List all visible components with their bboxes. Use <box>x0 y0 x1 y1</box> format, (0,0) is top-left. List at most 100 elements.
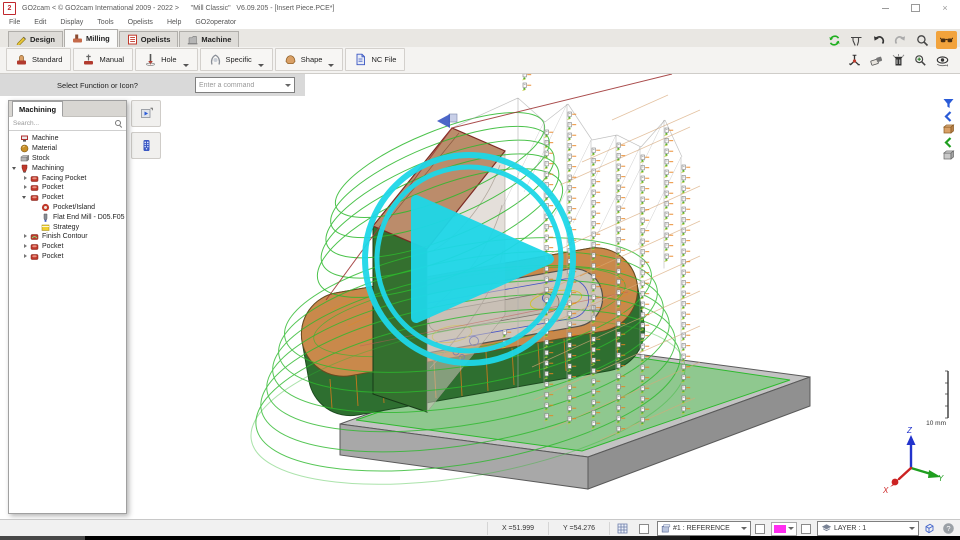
menu-item-help[interactable]: Help <box>160 19 188 26</box>
tree-item-pocket[interactable]: Pocket <box>9 242 126 252</box>
tree-expand-icon[interactable] <box>11 164 20 173</box>
layer-checkbox[interactable] <box>801 524 811 534</box>
t-material-icon <box>20 144 29 153</box>
glasses-button[interactable] <box>936 31 957 49</box>
view-cube-button[interactable] <box>923 522 936 535</box>
tree-expand-icon[interactable] <box>21 174 30 183</box>
eye-rotate-button[interactable] <box>934 52 951 69</box>
menu-bar: FileEditDisplayToolsOpelistsHelpGO2opera… <box>0 16 960 29</box>
chevron-down-icon <box>328 64 334 67</box>
remote-control-button[interactable] <box>131 132 161 159</box>
grid-toggle-button[interactable] <box>609 522 635 535</box>
ribbon-tabs: DesignMillingOpelistsMachine <box>0 29 960 47</box>
btn-shape-icon <box>284 53 297 66</box>
zoom-fit-button[interactable] <box>912 52 929 69</box>
tree-item-label: Machine <box>32 135 58 142</box>
tab-opelists[interactable]: Opelists <box>119 31 179 47</box>
close-button[interactable]: × <box>930 0 960 16</box>
color-picker-button[interactable] <box>771 522 797 536</box>
color-checkbox[interactable] <box>755 524 765 534</box>
t-op-pocket-icon <box>30 183 39 192</box>
reference-select[interactable]: #1 : REFERENCE <box>657 521 751 536</box>
menu-item-tools[interactable]: Tools <box>90 19 120 26</box>
tree-item-stock[interactable]: Stock <box>9 154 126 164</box>
zoom-button[interactable] <box>914 32 931 49</box>
menu-item-edit[interactable]: Edit <box>27 19 53 26</box>
eraser-button[interactable] <box>868 52 885 69</box>
maximize-button[interactable] <box>900 0 930 16</box>
standard-button[interactable]: Standard <box>6 48 71 71</box>
search-icon <box>115 120 122 127</box>
status-bar: X =51.999 Y =54.276 #1 : REFERENCE LAYER… <box>0 519 960 537</box>
menu-item-display[interactable]: Display <box>53 19 90 26</box>
minimize-button[interactable] <box>870 0 900 16</box>
tree-item-pocket[interactable]: Pocket <box>9 252 126 262</box>
svg-text:10 mm: 10 mm <box>926 420 946 427</box>
stock-solid-button[interactable] <box>941 149 956 161</box>
tree-expand-icon[interactable] <box>21 232 30 241</box>
stock-solid-icon <box>942 149 955 162</box>
video-progress-bar[interactable] <box>0 536 960 540</box>
tree-item-label: Pocket <box>42 253 63 260</box>
tab-milling[interactable]: Milling <box>64 29 118 47</box>
tab-design[interactable]: Design <box>8 31 63 47</box>
tree-expand-icon[interactable] <box>21 242 30 251</box>
tree-item-flat-end-mill-d05-f05[interactable]: Flat End Mill - D05.F05 <box>9 212 126 222</box>
command-prompt-label: Select Function or Icon? <box>0 81 195 90</box>
tree-expand-icon[interactable] <box>21 193 30 202</box>
tree-item-facing-pocket[interactable]: Facing Pocket <box>9 173 126 183</box>
part-solid-button[interactable] <box>941 123 956 135</box>
undo-button[interactable] <box>870 32 887 49</box>
tree-item-machining[interactable]: Machining <box>9 163 126 173</box>
refresh-button[interactable] <box>826 32 843 49</box>
tree-item-pocket[interactable]: Pocket <box>9 193 126 203</box>
menu-item-opelists[interactable]: Opelists <box>121 19 160 26</box>
ribbon-toolbar: StandardManualHoleSpecificShapeNC File <box>0 47 960 72</box>
eye-rotate-icon <box>936 54 949 67</box>
chevron-down-icon <box>285 84 291 87</box>
part-solid-icon <box>942 123 955 136</box>
command-bar: Select Function or Icon? Enter a command <box>0 74 305 96</box>
tree-item-pocket[interactable]: Pocket <box>9 183 126 193</box>
manual-button[interactable]: Manual <box>73 48 133 71</box>
help-button[interactable]: ? <box>942 522 955 535</box>
chevron-down-icon <box>741 527 747 530</box>
simulation-button[interactable] <box>131 100 161 127</box>
tree-item-material[interactable]: Material <box>9 144 126 154</box>
menu-item-go2operator[interactable]: GO2operator <box>188 19 243 26</box>
layer-select[interactable]: LAYER : 1 <box>817 521 919 536</box>
tab-machine[interactable]: Machine <box>179 31 239 47</box>
t-stock-icon <box>20 154 29 163</box>
tab-design-icon <box>16 34 27 45</box>
machining-panel: Machining Search... Machine MaterialStock… <box>8 100 127 514</box>
tab-machining[interactable]: Machining <box>12 101 63 117</box>
search-input[interactable]: Search... <box>9 117 126 131</box>
filter-icon <box>942 97 955 110</box>
btn-specific-icon <box>209 53 222 66</box>
app-icon: 2 <box>3 2 16 15</box>
nc-file-button[interactable]: NC File <box>345 48 405 71</box>
tree-expand-icon[interactable] <box>21 252 30 261</box>
reference-checkbox[interactable] <box>639 524 649 534</box>
previous-green-button[interactable] <box>941 136 956 148</box>
tree-item-pocket-island[interactable]: Pocket/Island <box>9 203 126 213</box>
shape-button[interactable]: Shape <box>275 48 344 71</box>
tree-item-machine[interactable]: Machine <box>9 134 126 144</box>
machine-tool-button[interactable] <box>846 52 863 69</box>
hole-button[interactable]: Hole <box>135 48 197 71</box>
caliper-button[interactable] <box>848 32 865 49</box>
tree-item-strategy[interactable]: Strategy <box>9 222 126 232</box>
tree-spacer <box>32 223 41 232</box>
previous-blue-button[interactable] <box>941 110 956 122</box>
tree-item-label: Flat End Mill - D05.F05 <box>53 214 125 221</box>
specific-button[interactable]: Specific <box>200 48 273 71</box>
command-input[interactable]: Enter a command <box>195 77 295 93</box>
clean-delete-button[interactable] <box>890 52 907 69</box>
redo-button[interactable] <box>892 32 909 49</box>
tree-item-finish-contour[interactable]: Finish Contour <box>9 232 126 242</box>
caliper-icon <box>850 34 863 47</box>
tree-expand-icon[interactable] <box>21 183 30 192</box>
t-op-contour-icon <box>30 232 39 241</box>
menu-item-file[interactable]: File <box>2 19 27 26</box>
filter-button[interactable] <box>941 97 956 109</box>
